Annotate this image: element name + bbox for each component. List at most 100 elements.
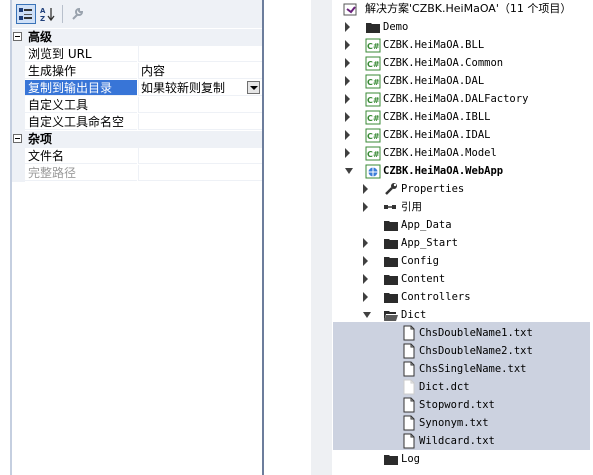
property-value[interactable]: [138, 114, 262, 130]
tree-item[interactable]: Log: [333, 450, 590, 468]
expand-arrow-icon[interactable]: [363, 202, 371, 212]
expand-arrow-icon[interactable]: [345, 76, 353, 86]
property-name: 复制到输出目录: [25, 80, 137, 96]
alphabetical-button[interactable]: A Z: [38, 4, 58, 24]
property-row[interactable]: 自定义工具命名空: [12, 114, 262, 131]
folder-icon: [384, 239, 398, 249]
tree-item[interactable]: CZBK.HeiMaOA.WebApp: [333, 162, 590, 180]
property-row[interactable]: 文件名: [12, 148, 262, 165]
expand-arrow-icon[interactable]: [363, 256, 371, 266]
tree-item[interactable]: C# CZBK.HeiMaOA.IDAL: [333, 126, 590, 144]
svg-text:C#: C#: [367, 114, 380, 123]
tree-item[interactable]: C# CZBK.HeiMaOA.DAL: [333, 72, 590, 90]
solution-explorer-gutter: [311, 0, 332, 475]
property-pages-button[interactable]: [67, 4, 87, 24]
tree-item[interactable]: App_Start: [333, 234, 590, 252]
property-name: 完整路径: [25, 165, 137, 181]
csharp-project-icon: C#: [365, 92, 381, 107]
tree-item[interactable]: C# CZBK.HeiMaOA.Common: [333, 54, 590, 72]
category-advanced[interactable]: 高级: [12, 29, 262, 46]
tree-item-label: CZBK.HeiMaOA.IBLL: [383, 111, 491, 123]
tree-item-label: CZBK.HeiMaOA.DALFactory: [383, 93, 529, 105]
solution-root[interactable]: 解决方案'CZBK.HeiMaOA'（11 个项目）: [333, 0, 590, 18]
tree-item[interactable]: Stopword.txt: [333, 396, 590, 414]
property-value[interactable]: 内容: [138, 63, 262, 79]
tree-item[interactable]: Wildcard.txt: [333, 432, 590, 450]
property-name: 自定义工具: [25, 97, 137, 113]
tree-item[interactable]: C# CZBK.HeiMaOA.BLL: [333, 36, 590, 54]
property-row-selected[interactable]: 复制到输出目录 如果较新则复制: [12, 80, 262, 97]
tree-item[interactable]: 引用: [333, 198, 590, 216]
tree-item[interactable]: C# CZBK.HeiMaOA.IBLL: [333, 108, 590, 126]
expand-arrow-icon[interactable]: [345, 94, 353, 104]
web-project-icon: [365, 164, 381, 179]
svg-text:C#: C#: [367, 42, 380, 51]
expand-arrow-icon[interactable]: [363, 292, 371, 302]
tree-item-label: Demo: [383, 21, 409, 33]
expand-arrow-icon[interactable]: [345, 130, 353, 140]
tree-item[interactable]: C# CZBK.HeiMaOA.Model: [333, 144, 590, 162]
tree-item[interactable]: ChsDoubleName2.txt: [333, 342, 590, 360]
property-row[interactable]: 完整路径: [12, 165, 262, 182]
tree-item[interactable]: Config: [333, 252, 590, 270]
category-misc[interactable]: 杂项: [12, 131, 262, 148]
text-file-icon: [403, 361, 415, 377]
property-value[interactable]: [138, 46, 262, 62]
tree-item[interactable]: Demo: [333, 18, 590, 36]
tree-item[interactable]: Properties: [333, 180, 590, 198]
tree-item-label: Config: [401, 255, 439, 267]
svg-text:A: A: [40, 7, 46, 15]
tree-item[interactable]: ChsDoubleName1.txt: [333, 324, 590, 342]
csharp-project-icon: C#: [365, 128, 381, 143]
expand-arrow-icon[interactable]: [345, 58, 353, 68]
property-value-dropdown[interactable]: 如果较新则复制: [138, 80, 262, 96]
tree-item[interactable]: Controllers: [333, 288, 590, 306]
text-file-icon: [403, 325, 415, 341]
references-icon: [384, 205, 396, 209]
collapse-arrow-icon[interactable]: [345, 166, 353, 176]
file-icon: [403, 379, 415, 395]
tree-item-label: Dict.dct: [419, 381, 470, 393]
property-row[interactable]: 自定义工具: [12, 97, 262, 114]
property-row[interactable]: 浏览到 URL: [12, 46, 262, 63]
text-file-icon: [403, 397, 415, 413]
categorized-button[interactable]: [16, 4, 36, 24]
property-row[interactable]: 生成操作 内容: [12, 63, 262, 80]
expand-arrow-icon[interactable]: [363, 184, 371, 194]
tree-item-label: Content: [401, 273, 446, 285]
tree-item-label: CZBK.HeiMaOA.IDAL: [383, 129, 491, 141]
folder-open-icon: [384, 311, 398, 321]
expand-arrow-icon[interactable]: [363, 274, 371, 284]
expand-arrow-icon[interactable]: [345, 112, 353, 122]
categorized-icon: [19, 8, 32, 20]
tree-item[interactable]: ChsSingleName.txt: [333, 360, 590, 378]
panel-right-border: [262, 0, 264, 475]
collapse-icon[interactable]: [13, 134, 22, 143]
expand-arrow-icon[interactable]: [345, 40, 353, 50]
dropdown-arrow-icon[interactable]: [247, 81, 260, 94]
csharp-project-icon: C#: [365, 74, 381, 89]
tree-item[interactable]: C# CZBK.HeiMaOA.DALFactory: [333, 90, 590, 108]
expand-arrow-icon[interactable]: [345, 22, 353, 32]
tree-item[interactable]: Content: [333, 270, 590, 288]
expand-arrow-icon[interactable]: [363, 238, 371, 248]
svg-text:C#: C#: [367, 78, 380, 87]
properties-toolbar: A Z: [12, 0, 262, 28]
property-value[interactable]: [138, 148, 262, 164]
text-file-icon: [403, 415, 415, 431]
tree-item[interactable]: Dict.dct: [333, 378, 590, 396]
tree-item[interactable]: App_Data: [333, 216, 590, 234]
folder-icon: [366, 23, 380, 33]
tree-item[interactable]: Synonym.txt: [333, 414, 590, 432]
tree-item-label: Wildcard.txt: [419, 435, 495, 447]
tree-item-label: ChsDoubleName2.txt: [419, 345, 533, 357]
expand-arrow-icon[interactable]: [345, 148, 353, 158]
toolbar-separator: [62, 5, 63, 23]
csharp-project-icon: C#: [365, 38, 381, 53]
property-value[interactable]: [138, 97, 262, 113]
tree-item-label: Synonym.txt: [419, 417, 489, 429]
collapse-arrow-icon[interactable]: [363, 310, 371, 320]
property-name: 自定义工具命名空: [25, 114, 137, 130]
tree-item[interactable]: Dict: [333, 306, 590, 324]
collapse-icon[interactable]: [13, 32, 22, 41]
